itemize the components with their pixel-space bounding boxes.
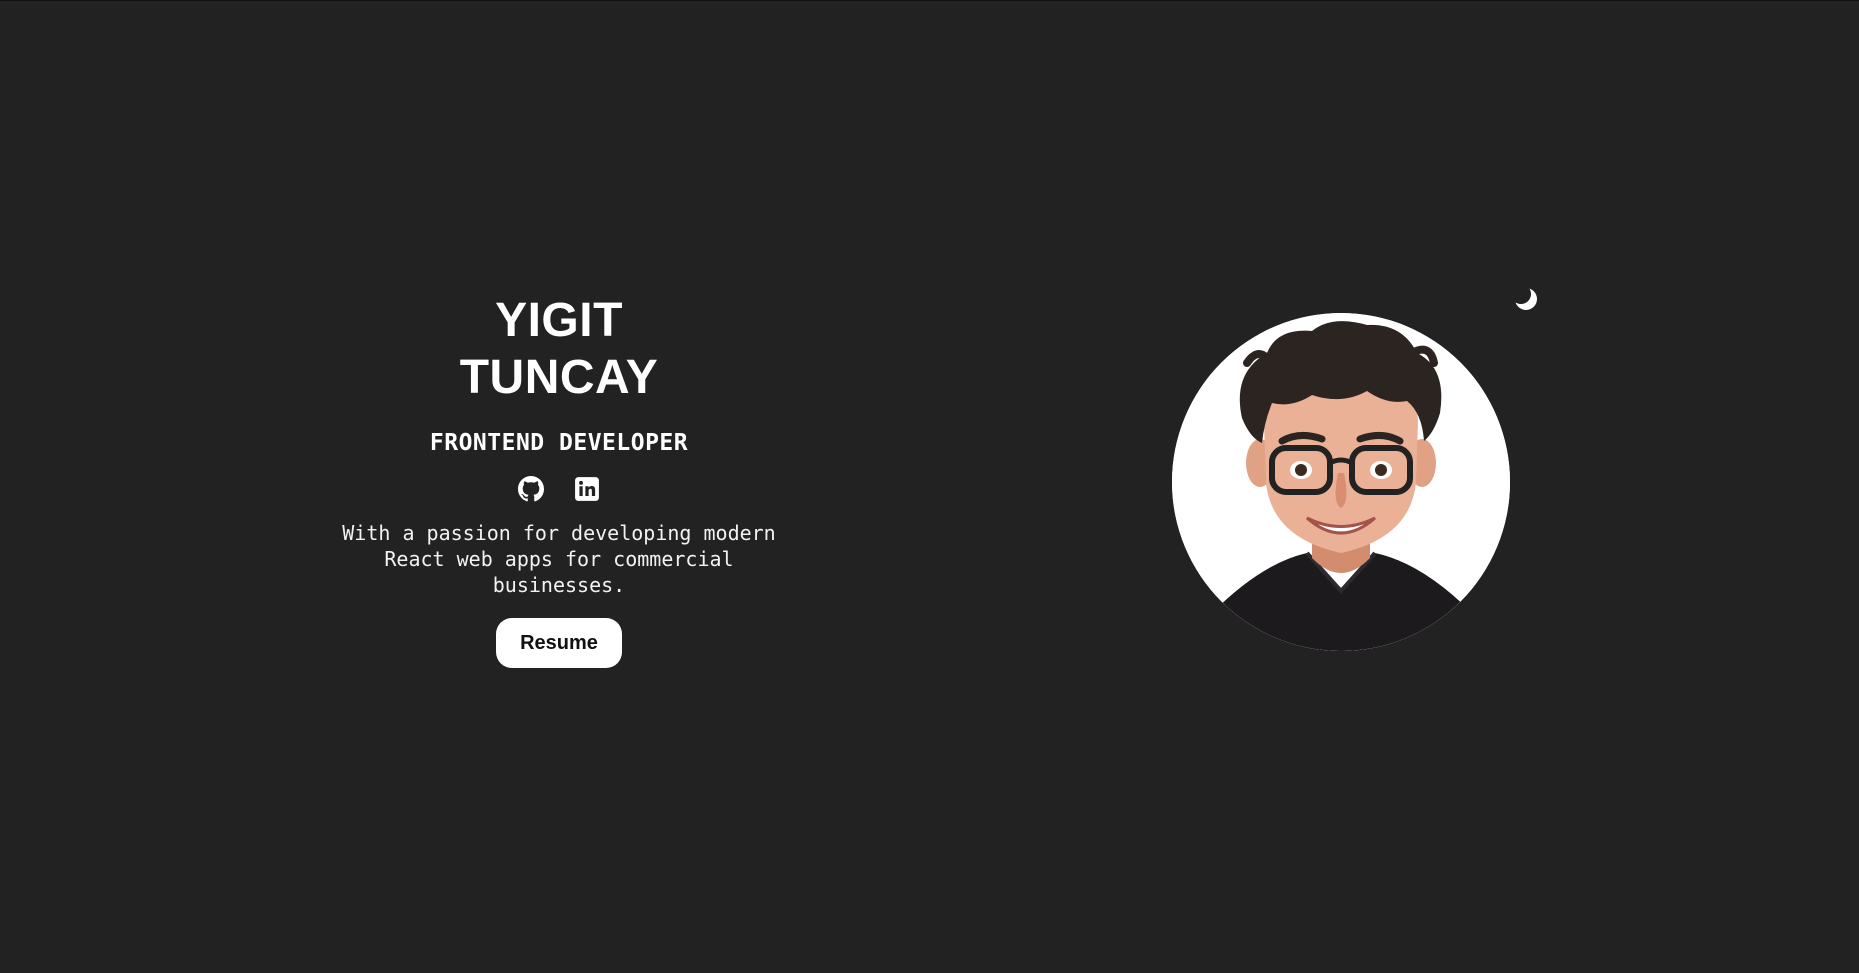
linkedin-link[interactable] <box>573 475 601 503</box>
hero-tagline: With a passion for developing modern Rea… <box>342 521 776 597</box>
last-name: TUNCAY <box>459 351 659 404</box>
hero-name: YIGIT TUNCAY <box>259 292 859 406</box>
first-name: YIGIT <box>495 294 623 347</box>
linkedin-icon <box>575 477 599 501</box>
resume-button[interactable]: Resume <box>496 618 622 668</box>
github-link[interactable] <box>517 475 545 503</box>
moon-icon <box>1511 284 1537 310</box>
github-icon <box>518 476 544 502</box>
avatar-illustration <box>1172 313 1510 651</box>
hero-intro: YIGIT TUNCAY FRONTEND DEVELOPER With a p… <box>259 292 859 668</box>
hero-role: FRONTEND DEVELOPER <box>429 430 689 456</box>
avatar <box>1172 313 1510 651</box>
top-divider <box>0 0 1859 1</box>
page: YIGIT TUNCAY FRONTEND DEVELOPER With a p… <box>0 0 1859 973</box>
social-links <box>259 474 859 504</box>
theme-toggle[interactable] <box>1511 284 1541 314</box>
